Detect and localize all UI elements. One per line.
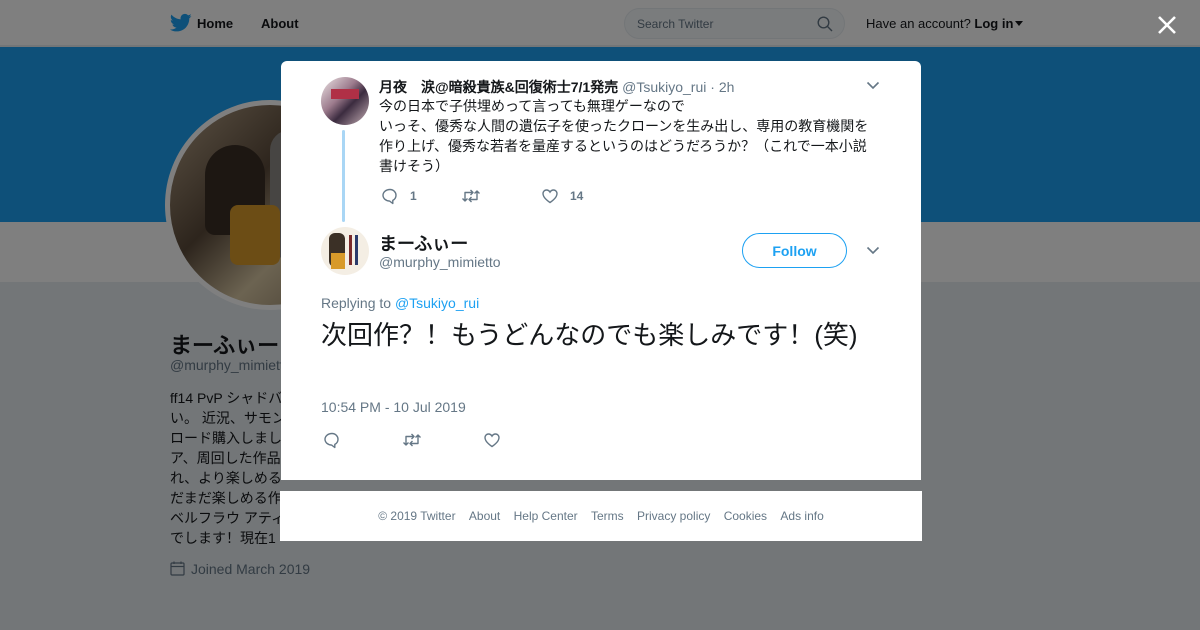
tweet-text-line: 作り上げ、優秀な若者を量産するというのはどうだろうか？（これで一本小説 bbox=[379, 138, 867, 154]
tweet-text-line: 書けそう） bbox=[379, 158, 449, 174]
close-icon[interactable] bbox=[1154, 12, 1180, 38]
tweet-text-line: いっそ、優秀な人間の遺伝子を使ったクローンを生み出し、専用の教育機関を bbox=[379, 118, 869, 134]
follow-button[interactable]: Follow bbox=[742, 233, 847, 268]
main-tweet-timestamp[interactable]: 10:54 PM - 10 Jul 2019 bbox=[321, 399, 466, 415]
parent-tweet-avatar[interactable] bbox=[321, 77, 369, 125]
tweet-modal: 月夜 涙@暗殺貴族&回復術士7/1発売 @Tsukiyo_rui · 2h 今の… bbox=[281, 61, 921, 480]
reply-icon bbox=[382, 188, 397, 205]
thread-connector bbox=[342, 130, 345, 222]
main-tweet-avatar[interactable] bbox=[321, 227, 369, 275]
footer-link-terms[interactable]: Terms bbox=[591, 509, 624, 523]
heart-icon bbox=[542, 189, 558, 204]
heart-icon bbox=[484, 433, 500, 448]
footer-link-cookies[interactable]: Cookies bbox=[724, 509, 767, 523]
footer-link-ads-info[interactable]: Ads info bbox=[780, 509, 823, 523]
tweet-text-line: 今の日本で子供埋めって言っても無理ゲーなので bbox=[379, 98, 685, 114]
parent-tweet-name[interactable]: 月夜 涙@暗殺貴族&回復術士7/1発売 bbox=[379, 79, 618, 95]
replying-to-handle-link[interactable]: @Tsukiyo_rui bbox=[395, 295, 479, 311]
chevron-down-icon[interactable] bbox=[866, 81, 880, 90]
chevron-down-icon[interactable] bbox=[866, 246, 880, 255]
main-tweet-handle[interactable]: @murphy_mimietto bbox=[379, 254, 501, 270]
footer-links: © 2019 Twitter About Help Center Terms P… bbox=[280, 509, 922, 523]
retweet-icon bbox=[403, 433, 421, 447]
main-tweet-name[interactable]: まーふぃー bbox=[379, 230, 468, 256]
parent-tweet-text: 今の日本で子供埋めって言っても無理ゲーなので いっそ、優秀な人間の遺伝子を使った… bbox=[379, 96, 879, 176]
footer-link-privacy[interactable]: Privacy policy bbox=[637, 509, 710, 523]
reply-icon bbox=[324, 432, 339, 449]
replying-to: Replying to @Tsukiyo_rui bbox=[321, 295, 479, 311]
modal-footer: © 2019 Twitter About Help Center Terms P… bbox=[280, 491, 922, 541]
like-count: 14 bbox=[570, 189, 584, 203]
retweet-icon bbox=[462, 189, 480, 203]
parent-tweet-time[interactable]: · 2h bbox=[710, 79, 734, 95]
parent-tweet-handle[interactable]: @Tsukiyo_rui bbox=[622, 79, 706, 95]
replying-to-label: Replying to bbox=[321, 295, 392, 311]
footer-link-about[interactable]: About bbox=[469, 509, 500, 523]
main-tweet-text: 次回作？！もうどんなのでも楽しみです！(笑) bbox=[321, 320, 858, 350]
reply-count: 1 bbox=[410, 189, 417, 203]
footer-link-help-center[interactable]: Help Center bbox=[514, 509, 578, 523]
footer-copyright: © 2019 Twitter bbox=[378, 509, 456, 523]
parent-tweet-header: 月夜 涙@暗殺貴族&回復術士7/1発売 @Tsukiyo_rui · 2h bbox=[379, 77, 734, 97]
